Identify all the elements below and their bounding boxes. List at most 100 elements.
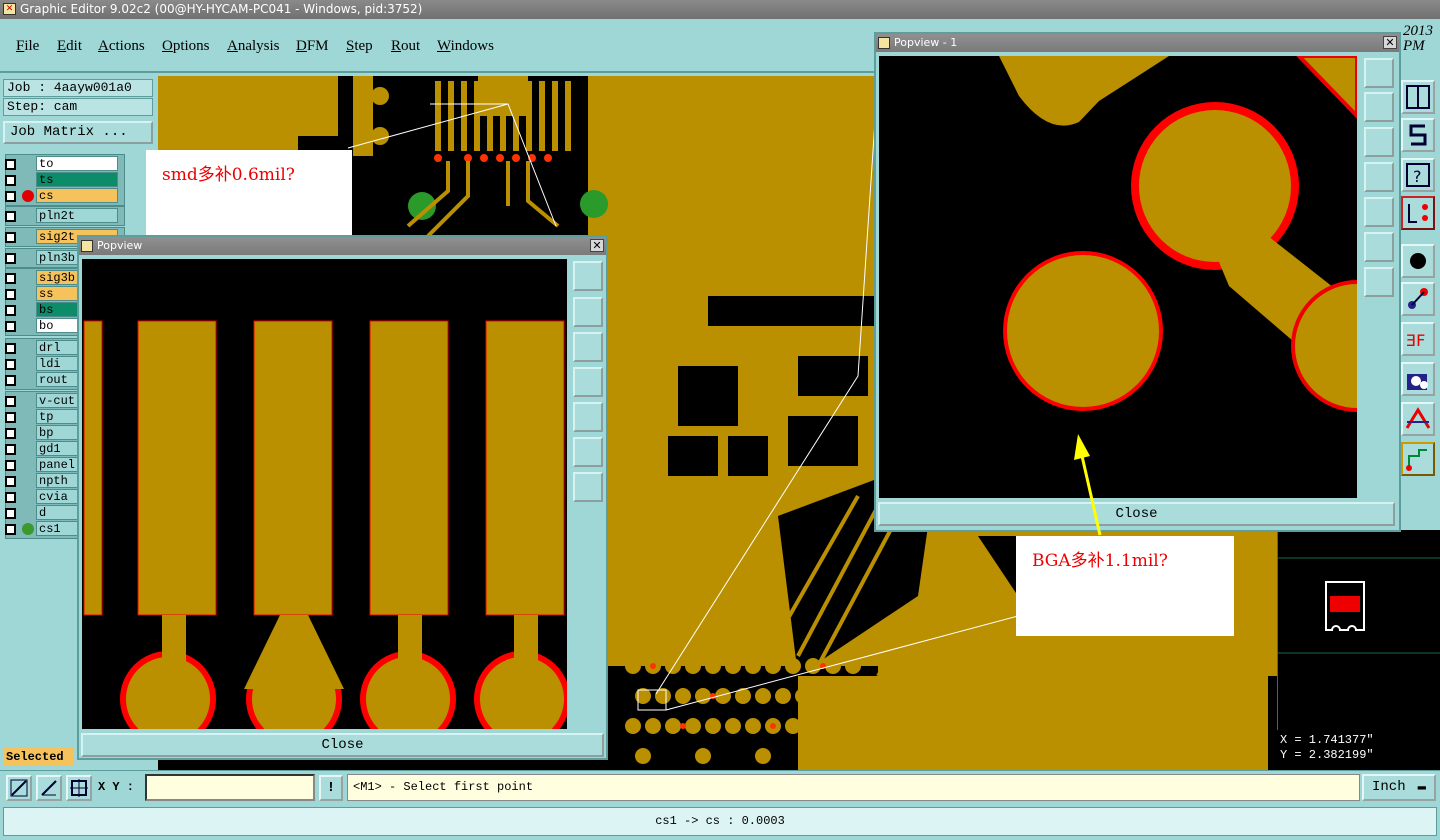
menu-file[interactable]: File	[16, 38, 39, 55]
layer-status-dot	[22, 523, 34, 535]
popview-1-close-icon[interactable]: ✕	[1383, 36, 1397, 49]
popview-close-icon[interactable]: ✕	[590, 239, 604, 252]
annotation-bga-text: BGA多补1.1mil?	[1032, 551, 1168, 571]
layer-checkbox[interactable]	[5, 492, 16, 503]
selected-label: Selected :	[3, 748, 73, 782]
layer-control-icon[interactable]	[1401, 196, 1435, 230]
layer-checkbox[interactable]	[5, 359, 16, 370]
layer-row-pln2t[interactable]: pln2t	[2, 208, 118, 224]
popview-1-close-button[interactable]: Close	[878, 502, 1395, 526]
command-prompt: <M1> - Select first point	[347, 774, 1360, 801]
layer-checkbox[interactable]	[5, 412, 16, 423]
status-text: cs1 -> cs : 0.0003	[3, 807, 1437, 836]
coord-x: X = 1.741377"	[1280, 733, 1374, 747]
popview-titlebar[interactable]: Popview ✕	[79, 237, 606, 255]
connect-icon[interactable]	[1401, 282, 1435, 316]
layer-checkbox[interactable]	[5, 175, 16, 186]
route-icon[interactable]	[1401, 442, 1435, 476]
job-matrix-button[interactable]: Job Matrix ...	[3, 121, 153, 144]
popview-pan-down-icon[interactable]	[573, 332, 603, 362]
layer-checkbox[interactable]	[5, 321, 16, 332]
popview-1-zoom-in-icon[interactable]	[1364, 232, 1394, 262]
layer-checkbox[interactable]	[5, 289, 16, 300]
smd-pads-view	[82, 259, 567, 729]
popview-pan-left-icon[interactable]	[573, 367, 603, 397]
popview-1-pan-up-icon[interactable]	[1364, 92, 1394, 122]
measure-icon[interactable]	[36, 775, 62, 801]
layer-checkbox[interactable]	[5, 253, 16, 264]
right-toolbar: ? ƎF	[1398, 76, 1440, 476]
popview-pan-right-icon[interactable]	[573, 402, 603, 432]
popview-1-app-icon	[878, 37, 890, 49]
layer-row-cs[interactable]: cs	[2, 188, 118, 204]
dropdown-icon: ▬	[1417, 779, 1426, 795]
annotation-smd-text: smd多补0.6mil?	[162, 165, 295, 185]
popview-1-pan-down-icon[interactable]	[1364, 127, 1394, 157]
menu-dfm[interactable]: DFM	[296, 38, 329, 55]
layer-status-dot	[22, 190, 34, 202]
layer-name: cs	[36, 188, 118, 203]
layer-checkbox[interactable]	[5, 375, 16, 386]
menu-actions[interactable]: Actions	[98, 38, 145, 55]
svg-text:ƎF: ƎF	[1406, 331, 1425, 350]
snake-icon[interactable]	[1401, 118, 1435, 152]
popview-1-zoom-fit-icon[interactable]	[1364, 58, 1394, 88]
layer-checkbox[interactable]	[5, 211, 16, 222]
layer-checkbox[interactable]	[5, 524, 16, 535]
layer-checkbox[interactable]	[5, 232, 16, 243]
popview-1-zoom-out-icon[interactable]	[1364, 267, 1394, 297]
help-icon[interactable]: ?	[1401, 158, 1435, 192]
layer-row-to[interactable]: to	[2, 156, 118, 172]
zoom-area-icon[interactable]	[6, 775, 32, 801]
units-select[interactable]: Inch ▬	[1362, 774, 1436, 801]
popview-1-pan-left-icon[interactable]	[1364, 162, 1394, 192]
shapes-icon[interactable]	[1401, 362, 1435, 396]
popview-app-icon	[81, 240, 93, 252]
popview-close-button[interactable]: Close	[81, 733, 604, 757]
menu-edit[interactable]: Edit	[57, 38, 82, 55]
menu-options[interactable]: Options	[162, 38, 210, 55]
popview-1-title: Popview - 1	[894, 36, 958, 49]
menu-rout[interactable]: Rout	[391, 38, 420, 55]
popview-zoom-fit-icon[interactable]	[573, 261, 603, 291]
layer-checkbox[interactable]	[5, 428, 16, 439]
layer-checkbox[interactable]	[5, 191, 16, 202]
annotation-arrow	[1074, 434, 1102, 536]
window-titlebar: ✕ Graphic Editor 9.02c2 (00@HY-HYCAM-PC0…	[0, 0, 1440, 19]
layer-checkbox[interactable]	[5, 159, 16, 170]
layer-checkbox[interactable]	[5, 305, 16, 316]
coord-y: Y = 2.382199"	[1280, 748, 1374, 762]
popview-1-pan-right-icon[interactable]	[1364, 197, 1394, 227]
menu-step[interactable]: Step	[346, 38, 373, 55]
popview-1-titlebar[interactable]: Popview - 1 ✕	[876, 34, 1399, 52]
layer-checkbox[interactable]	[5, 343, 16, 354]
window-layout-icon[interactable]	[1401, 80, 1435, 114]
layer-name: ts	[36, 172, 118, 187]
menu-windows[interactable]: Windows	[437, 38, 494, 55]
status-bar: cs1 -> cs : 0.0003	[0, 803, 1440, 840]
popview-zoom-view[interactable]	[82, 259, 567, 729]
arc-icon[interactable]	[1401, 402, 1435, 436]
layer-checkbox[interactable]	[5, 460, 16, 471]
popview-pan-up-icon[interactable]	[573, 297, 603, 327]
xy-input[interactable]	[145, 774, 315, 801]
minimap[interactable]	[1277, 530, 1440, 730]
command-bar: X Y : ! <M1> - Select first point Inch ▬	[0, 770, 1440, 803]
menu-analysis[interactable]: Analysis	[227, 38, 280, 55]
popview-zoom-out-icon[interactable]	[573, 472, 603, 502]
grid-snap-icon[interactable]	[66, 775, 92, 801]
feature-filter-icon[interactable]: ƎF	[1401, 322, 1435, 356]
layer-checkbox[interactable]	[5, 396, 16, 407]
popview-title: Popview	[97, 239, 143, 252]
units-value: Inch	[1372, 779, 1406, 795]
step-name: Step: cam	[3, 98, 153, 116]
popview-zoom-in-icon[interactable]	[573, 437, 603, 467]
minimap-view	[1278, 557, 1440, 654]
layer-checkbox[interactable]	[5, 476, 16, 487]
layer-row-ts[interactable]: ts	[2, 172, 118, 188]
layer-checkbox[interactable]	[5, 273, 16, 284]
execute-button[interactable]: !	[319, 775, 343, 801]
layer-checkbox[interactable]	[5, 508, 16, 519]
layer-checkbox[interactable]	[5, 444, 16, 455]
pad-icon[interactable]	[1401, 244, 1435, 278]
